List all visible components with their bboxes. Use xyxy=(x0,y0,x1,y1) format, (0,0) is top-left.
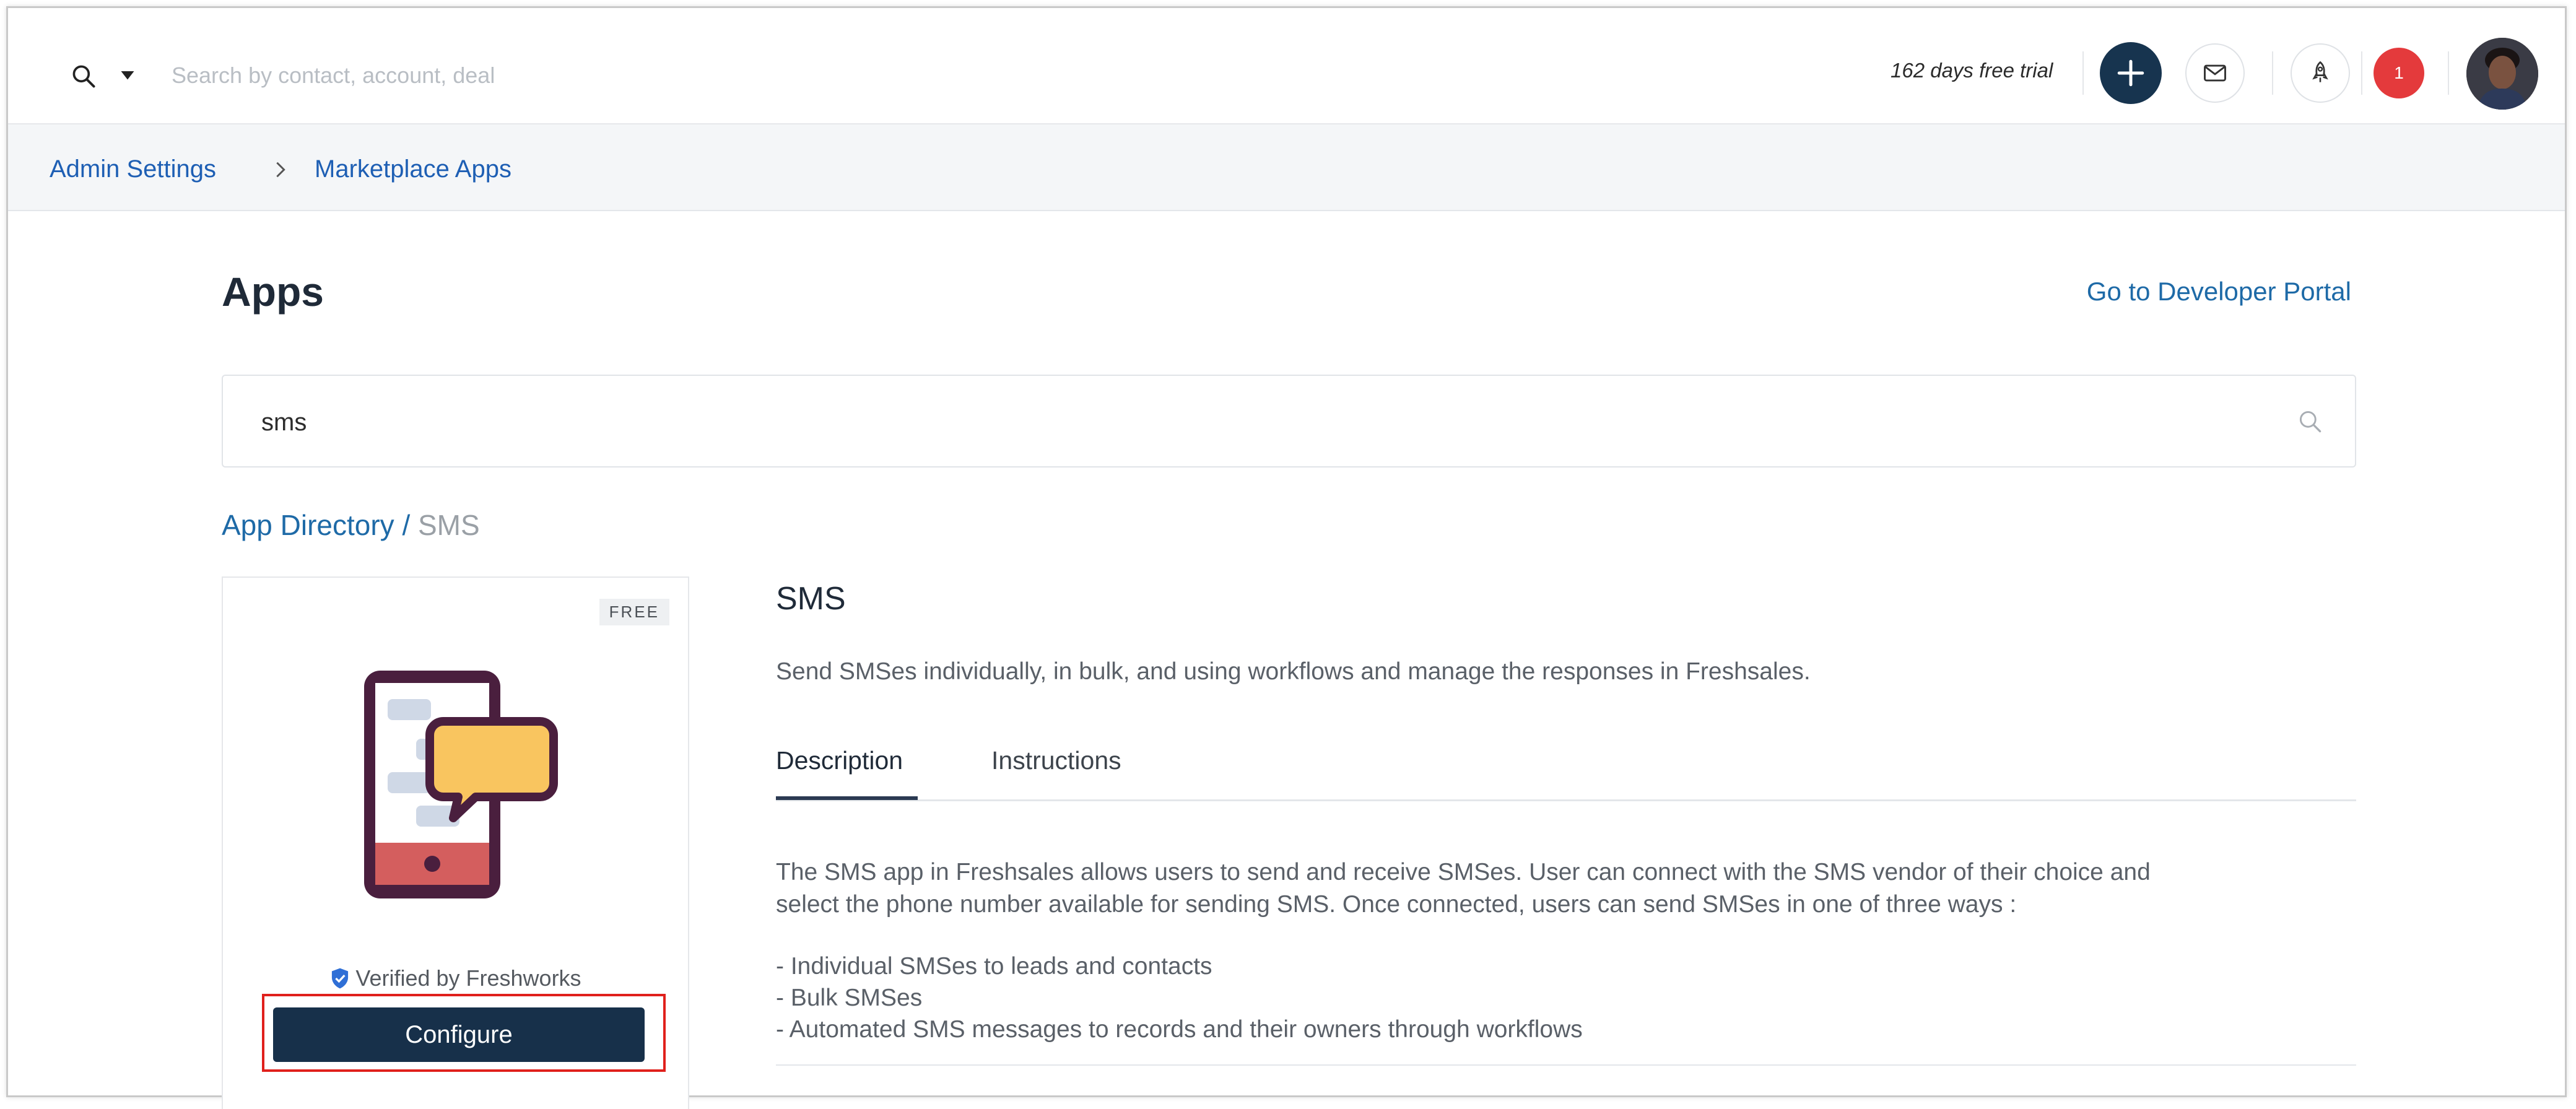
divider xyxy=(2082,51,2084,95)
divider xyxy=(2272,51,2273,95)
trial-status: 162 days free trial xyxy=(1891,59,2053,82)
user-avatar[interactable] xyxy=(2466,38,2538,110)
app-search-box xyxy=(222,375,2356,468)
app-summary: Send SMSes individually, in bulk, and us… xyxy=(776,658,1811,685)
plus-icon xyxy=(2117,59,2144,87)
app-details-tabs: Description Instructions xyxy=(776,739,2356,801)
tab-instructions[interactable]: Instructions xyxy=(991,746,1121,775)
rocket-icon xyxy=(2312,61,2328,82)
description-bullet: - Individual SMSes to leads and contacts xyxy=(776,953,1212,980)
description-bullet: - Bulk SMSes xyxy=(776,985,923,1011)
search-icon[interactable] xyxy=(70,63,97,90)
breadcrumb: Admin Settings Marketplace Apps xyxy=(8,124,2565,211)
mail-icon xyxy=(2204,64,2226,82)
description-line: select the phone number available for se… xyxy=(776,891,2017,918)
description-bullet: - Automated SMS messages to records and … xyxy=(776,1016,1583,1043)
breadcrumb-admin-settings[interactable]: Admin Settings xyxy=(50,155,216,183)
global-search-input[interactable] xyxy=(170,56,730,95)
app-directory-breadcrumb: App Directory / SMS xyxy=(222,508,480,542)
verified-text: Verified by Freshworks xyxy=(355,965,581,991)
current-app-crumb: SMS xyxy=(418,509,480,541)
verified-shield-icon xyxy=(332,968,349,989)
top-navigation-bar: 162 days free trial 1 xyxy=(8,8,2565,124)
page-title: Apps xyxy=(222,269,324,315)
configure-button[interactable]: Configure xyxy=(273,1007,645,1062)
description-line: The SMS app in Freshsales allows users t… xyxy=(776,859,2151,885)
app-directory-link[interactable]: App Directory xyxy=(222,509,394,541)
sms-app-logo-icon xyxy=(364,671,558,898)
developer-portal-link[interactable]: Go to Developer Portal xyxy=(2087,277,2351,307)
content-divider xyxy=(776,1064,2356,1066)
breadcrumb-separator: / xyxy=(402,509,411,541)
breadcrumb-marketplace-apps[interactable]: Marketplace Apps xyxy=(315,155,511,183)
chevron-right-icon xyxy=(276,162,285,178)
app-window: 162 days free trial 1 xyxy=(6,6,2567,1109)
avatar-image xyxy=(2466,38,2538,110)
divider xyxy=(2448,51,2449,95)
divider xyxy=(2361,51,2362,95)
chevron-down-icon[interactable] xyxy=(118,67,137,82)
active-tab-indicator xyxy=(776,796,918,800)
price-badge: FREE xyxy=(599,599,669,625)
email-button[interactable] xyxy=(2185,43,2245,103)
add-new-button[interactable] xyxy=(2100,42,2162,104)
notification-badge[interactable]: 1 xyxy=(2374,48,2424,98)
search-icon[interactable] xyxy=(2297,408,2324,435)
verified-label: Verified by Freshworks xyxy=(223,965,688,991)
tab-description[interactable]: Description xyxy=(776,746,903,775)
getting-started-button[interactable] xyxy=(2291,43,2350,103)
app-search-input[interactable] xyxy=(260,402,2244,443)
app-name: SMS xyxy=(776,581,846,617)
